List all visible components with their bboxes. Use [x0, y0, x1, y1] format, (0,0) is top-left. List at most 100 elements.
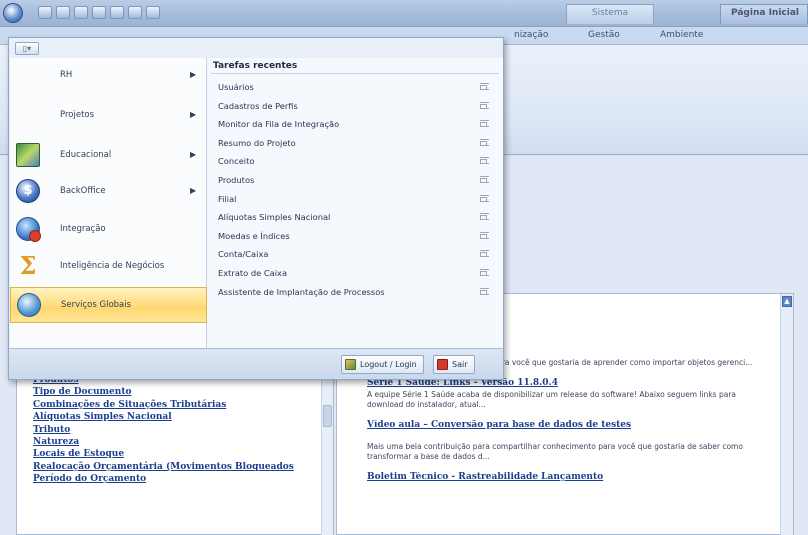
ribbon-tab-gestao[interactable]: Gestão [588, 30, 620, 40]
link-item[interactable]: Período do Orçamento [33, 474, 294, 486]
recent-task-item[interactable]: Assistente de Implantação de Processos [207, 283, 503, 302]
news-item: Série 1 Saúde: Links - Versão 11.8.0.4 A… [367, 378, 772, 410]
pin-icon[interactable] [480, 175, 489, 183]
recent-task-item[interactable]: Extrato de Caixa [207, 264, 503, 283]
logout-login-button[interactable]: Logout / Login [341, 355, 424, 374]
menu-item-integracao[interactable]: Integração [10, 212, 207, 248]
recent-task-item[interactable]: Alíquotas Simples Nacional [207, 208, 503, 227]
ribbon-tab-organizacao[interactable]: nização [514, 30, 548, 40]
application-orb-button[interactable] [3, 3, 23, 23]
menu-item-rh[interactable]: RH ▶ [10, 58, 207, 94]
menu-item-label: BackOffice [60, 186, 106, 196]
recent-task-label: Monitor da Fila de Integração [218, 119, 340, 130]
submenu-arrow-icon: ▶ [190, 110, 197, 119]
recent-task-item[interactable]: Moedas e Índices [207, 227, 503, 246]
menu-item-label: Integração [60, 224, 106, 234]
recent-tasks-list: Usuários Cadastros de Perfis Monitor da … [207, 78, 503, 301]
menu-item-label: Serviços Globais [61, 300, 132, 310]
recent-task-item[interactable]: Conta/Caixa [207, 245, 503, 264]
recent-task-label: Resumo do Projeto [218, 137, 296, 148]
submenu-arrow-icon: ▶ [190, 70, 197, 79]
exit-label: Sair [452, 360, 468, 369]
qat-save-icon[interactable] [38, 6, 52, 19]
ribbon-tab-ambiente[interactable]: Ambiente [660, 30, 703, 40]
menu-item-label: Projetos [60, 110, 95, 120]
menu-item-backoffice[interactable]: $ BackOffice ▶ [10, 174, 207, 210]
recent-task-item[interactable]: Resumo do Projeto [207, 134, 503, 153]
recent-task-label: Filial [218, 193, 237, 204]
title-bar: Sistema Página Inicial [0, 0, 808, 27]
recent-task-label: Assistente de Implantação de Processos [218, 286, 385, 297]
link-item[interactable]: Tipo de Documento [33, 387, 294, 399]
menu-item-educacional[interactable]: Educacional ▶ [10, 138, 207, 174]
menu-item-label: RH [60, 70, 73, 80]
qat-print-icon[interactable] [92, 6, 106, 19]
qat-search-icon[interactable] [110, 6, 124, 19]
news-scrollbar[interactable]: ▲ [780, 294, 793, 535]
link-item[interactable]: Tributo [33, 425, 294, 437]
tab-pagina-inicial[interactable]: Página Inicial [720, 4, 808, 24]
pin-icon[interactable] [480, 250, 489, 258]
pin-icon[interactable] [480, 194, 489, 202]
tab-sistema[interactable]: Sistema [566, 4, 654, 24]
link-item[interactable]: Natureza [33, 437, 294, 449]
education-icon [16, 143, 40, 167]
recent-task-item[interactable]: Usuários [207, 78, 503, 97]
pin-icon[interactable] [480, 157, 489, 165]
quick-access-toolbar [38, 6, 160, 19]
backoffice-icon: $ [16, 179, 40, 203]
pin-icon[interactable] [480, 120, 489, 128]
news-item: Mais uma bela contribuição para comparti… [367, 440, 772, 462]
pin-icon[interactable] [480, 83, 489, 90]
recent-task-item[interactable]: Filial [207, 190, 503, 209]
recent-task-label: Conta/Caixa [218, 249, 269, 260]
menu-item-label: Educacional [60, 150, 112, 160]
logout-icon [345, 359, 356, 370]
links-panel: Produtos Tipo de Documento Combinações d… [16, 360, 334, 535]
recent-task-item[interactable]: Conceito [207, 152, 503, 171]
menu-item-projetos[interactable]: Projetos ▶ [10, 98, 207, 134]
recent-task-item[interactable]: Produtos [207, 171, 503, 190]
menu-item-inteligencia-negocios[interactable]: Σ Inteligência de Negócios [10, 249, 207, 285]
logout-login-label: Logout / Login [360, 360, 417, 369]
pin-icon[interactable] [480, 231, 489, 239]
recent-task-item[interactable]: Monitor da Fila de Integração [207, 115, 503, 134]
collapse-up-icon[interactable]: ▲ [782, 296, 792, 307]
links-list: Produtos Tipo de Documento Combinações d… [33, 375, 294, 487]
link-item[interactable]: Combinações de Situações Tributárias [33, 400, 294, 412]
links-scrollbar-thumb[interactable] [323, 405, 332, 427]
pin-icon[interactable] [480, 101, 489, 109]
pin-icon[interactable] [480, 213, 489, 221]
recent-task-label: Usuários [218, 82, 254, 92]
divider [211, 73, 499, 74]
qat-redo-icon[interactable] [74, 6, 88, 19]
pin-icon[interactable] [480, 287, 489, 295]
recent-task-label: Conceito [218, 156, 255, 167]
pin-icon[interactable] [480, 268, 489, 276]
exit-button[interactable]: Sair [433, 355, 475, 374]
qat-dropdown-icon[interactable] [146, 6, 160, 19]
link-item[interactable]: Realocação Orçamentária (Movimentos Bloq… [33, 462, 294, 474]
links-scrollbar[interactable] [321, 361, 333, 535]
recent-tasks-title: Tarefas recentes [213, 61, 298, 71]
integration-icon [16, 217, 41, 242]
qat-undo-icon[interactable] [56, 6, 70, 19]
submenu-arrow-icon: ▶ [190, 186, 197, 195]
news-title[interactable]: Vídeo aula – Conversão para base de dado… [367, 420, 772, 430]
link-item[interactable]: Locais de Estoque [33, 449, 294, 461]
recent-task-label: Produtos [218, 174, 255, 185]
menu-item-servicos-globais[interactable]: Serviços Globais [10, 287, 207, 323]
qat-settings-icon[interactable] [128, 6, 142, 19]
recent-task-item[interactable]: Cadastros de Perfis [207, 97, 503, 116]
news-text: Mais uma bela contribuição para comparti… [367, 442, 743, 461]
pin-icon[interactable] [480, 138, 489, 146]
menu-item-label: Inteligência de Negócios [60, 261, 165, 271]
application-menu: ▯▾ RH ▶ Projetos ▶ Educacional ▶ $ BackO… [8, 37, 504, 380]
recent-task-label: Extrato de Caixa [218, 267, 288, 278]
link-item[interactable]: Alíquotas Simples Nacional [33, 412, 294, 424]
news-title[interactable]: Boletim Técnico - Rastreabilidade Lançam… [367, 472, 772, 482]
news-text: A equipe Série 1 Saúde acaba de disponib… [367, 390, 737, 409]
menu-toggle-button[interactable]: ▯▾ [15, 42, 39, 55]
sigma-icon: Σ [19, 251, 37, 280]
news-item: Boletim Técnico - Rastreabilidade Lançam… [367, 472, 772, 482]
